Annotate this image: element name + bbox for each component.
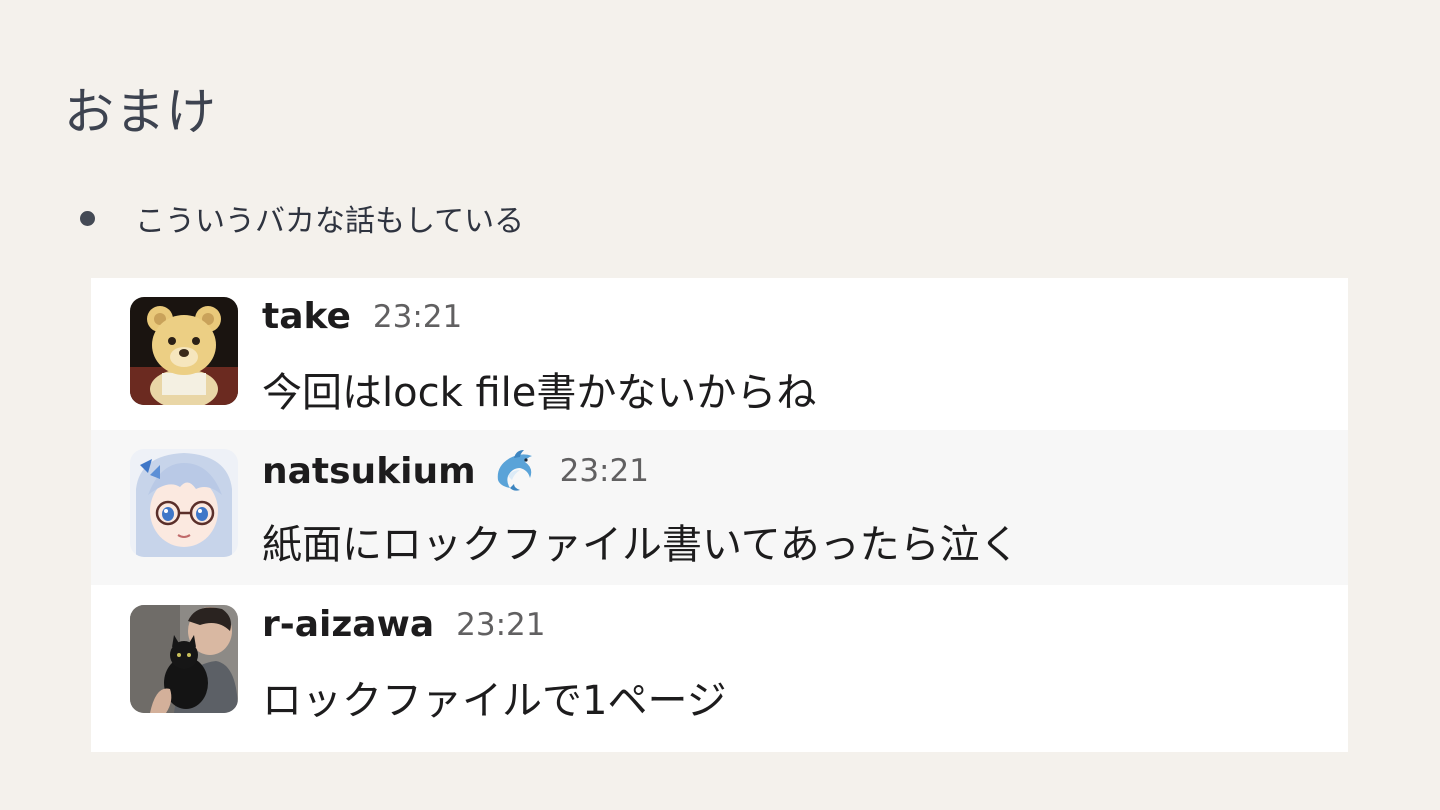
- bullet-dot-icon: [80, 210, 95, 226]
- teddy-bear-avatar[interactable]: [130, 297, 238, 405]
- chat-message: r-aizawa 23:21 ロックファイルで1ページ: [91, 586, 1348, 741]
- slide-title: おまけ: [64, 83, 217, 141]
- chat-message: take 23:21 今回はlock file書かないからね: [91, 278, 1348, 433]
- author-name[interactable]: take: [262, 296, 351, 337]
- dolphin-icon: [492, 448, 538, 494]
- message-text: 紙面にロックファイル書いてあったら泣く: [262, 522, 1020, 568]
- message-timestamp[interactable]: 23:21: [456, 607, 545, 643]
- message-text: 今回はlock file書かないからね: [262, 370, 817, 416]
- message-text: ロックファイルで1ページ: [262, 678, 727, 724]
- message-timestamp[interactable]: 23:21: [560, 453, 649, 489]
- message-timestamp[interactable]: 23:21: [373, 299, 462, 335]
- bullet-item: こういうバカな話もしている: [80, 196, 524, 240]
- message-header: natsukium 23:21: [262, 448, 649, 494]
- bullet-text: こういうバカな話もしている: [135, 204, 525, 239]
- person-with-cat-avatar[interactable]: [130, 605, 238, 713]
- author-name[interactable]: r-aizawa: [262, 604, 434, 645]
- message-header: take 23:21: [262, 296, 462, 337]
- author-name[interactable]: natsukium: [262, 451, 476, 492]
- chat-screenshot-panel: take 23:21 今回はlock file書かないからね natsukium…: [91, 278, 1348, 752]
- anime-girl-avatar[interactable]: [130, 449, 238, 557]
- message-header: r-aizawa 23:21: [262, 604, 545, 645]
- chat-message: natsukium 23:21 紙面にロックファイル書いてあったら泣く: [91, 430, 1348, 585]
